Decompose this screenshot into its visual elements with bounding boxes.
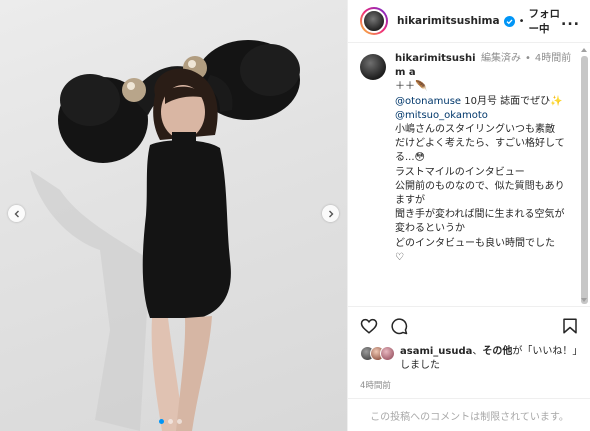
caption-line: ラストマイルのインタビュー bbox=[395, 166, 525, 178]
chevron-left-icon bbox=[14, 210, 19, 217]
caption-text: 10月号 誌面でぜひ✨ bbox=[464, 95, 563, 107]
scroll-thumb[interactable] bbox=[581, 56, 588, 304]
caption-time[interactable]: 4時間前 bbox=[535, 52, 571, 80]
mention-link[interactable]: @otonamuse bbox=[395, 96, 461, 107]
caption-line: る...😳 bbox=[395, 152, 425, 164]
carousel-dots bbox=[159, 419, 182, 424]
caption-line: 小嶋さんのスタイリングいつも素敵 bbox=[395, 124, 555, 136]
edited-label: 編集済み bbox=[481, 53, 521, 64]
post-timestamp[interactable]: 4時間前 bbox=[348, 373, 590, 391]
verified-badge-icon bbox=[503, 15, 515, 27]
caption-scrollbar[interactable] bbox=[581, 56, 588, 304]
author-avatar[interactable] bbox=[360, 7, 388, 35]
caption-line: 公開前のものなので、似た質問もあり bbox=[395, 180, 565, 192]
caption-line: ますが bbox=[395, 195, 425, 207]
more-options-button[interactable]: ... bbox=[561, 13, 580, 29]
photo-illustration bbox=[30, 40, 300, 431]
post-photo bbox=[0, 0, 347, 431]
likes-separator: 、 bbox=[472, 346, 483, 357]
caption-line: どのインタビューも良い時間でした bbox=[395, 237, 555, 249]
carousel-prev-button[interactable] bbox=[8, 205, 25, 222]
likes-others-link[interactable]: その他 bbox=[482, 346, 512, 357]
liker-avatars[interactable] bbox=[360, 346, 395, 373]
author-username[interactable]: hikarimitsushima bbox=[397, 15, 500, 27]
caption-area: hikarimitsushim a 編集済み • 4時間前 ＋＋🪶 @otona… bbox=[348, 44, 590, 306]
caption-line-mention: @mitsuo_okamoto bbox=[395, 109, 580, 123]
scroll-up-arrow[interactable] bbox=[581, 48, 587, 52]
post-header: hikarimitsushima • フォロー中 ... bbox=[348, 0, 590, 43]
caption-line: 聞き手が変われば間に生まれる空気が bbox=[395, 209, 565, 221]
meta-dot: • bbox=[525, 53, 531, 64]
likes-summary: asami_usuda、その他が「いいね！」しました bbox=[348, 345, 590, 373]
bookmark-icon[interactable] bbox=[561, 317, 579, 335]
post-actions: asami_usuda、その他が「いいね！」しました 4時間前 bbox=[348, 306, 590, 391]
caption-line: だけどよく考えたら、すごい格好して bbox=[395, 138, 565, 150]
caption-avatar[interactable] bbox=[360, 54, 386, 80]
liker-avatar bbox=[380, 346, 395, 361]
comments-restricted-notice: この投稿へのコメントは制限されています。 bbox=[348, 398, 590, 431]
carousel-dot bbox=[177, 419, 182, 424]
following-button[interactable]: フォロー中 bbox=[528, 6, 561, 36]
mention-link[interactable]: @mitsuo_okamoto bbox=[395, 110, 488, 121]
heart-icon[interactable] bbox=[360, 317, 378, 335]
caption-line: 変わるというか bbox=[395, 223, 465, 235]
caption-line-mention: @otonamuse 10月号 誌面でぜひ✨ bbox=[395, 95, 580, 109]
post-sidebar: hikarimitsushima • フォロー中 ... hikarimitsu… bbox=[347, 0, 590, 431]
liker-username[interactable]: asami_usuda bbox=[400, 346, 472, 357]
chevron-right-icon bbox=[328, 210, 333, 217]
header-separator: • bbox=[518, 15, 525, 27]
carousel-dot bbox=[168, 419, 173, 424]
comment-icon[interactable] bbox=[390, 317, 408, 335]
carousel-next-button[interactable] bbox=[322, 205, 339, 222]
scroll-down-arrow[interactable] bbox=[581, 298, 587, 302]
caption-username[interactable]: hikarimitsushim a bbox=[395, 52, 481, 80]
caption-body: hikarimitsushim a 編集済み • 4時間前 ＋＋🪶 @otona… bbox=[395, 52, 580, 265]
caption-line: ＋＋🪶 bbox=[395, 81, 428, 93]
carousel-dot-active bbox=[159, 419, 164, 424]
caption-line: ♡ bbox=[395, 251, 404, 263]
